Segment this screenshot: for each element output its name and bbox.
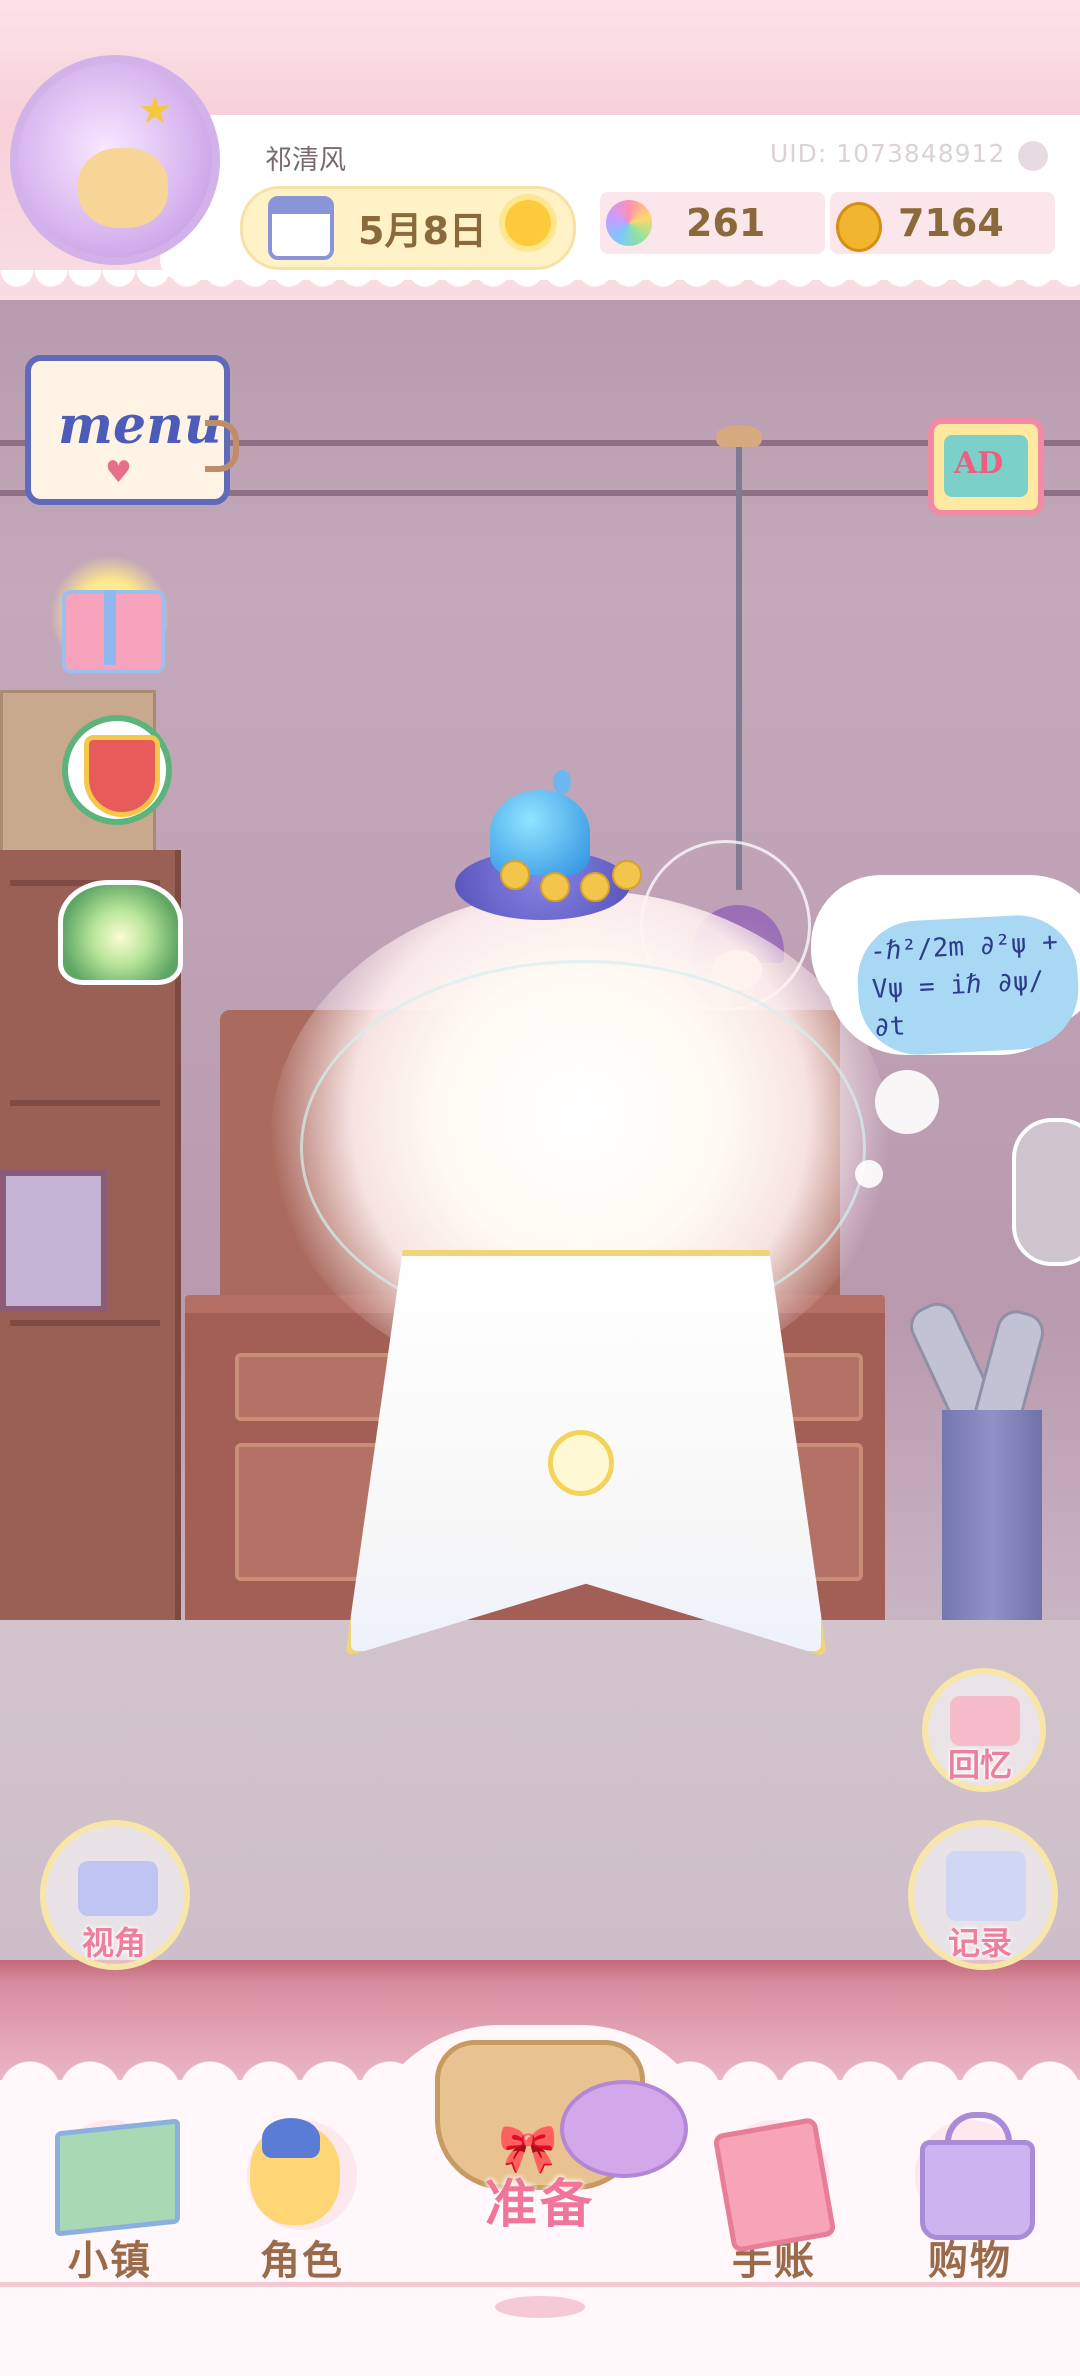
nav-town-label: 小镇 [68, 2238, 152, 2284]
coin-count: 7164 [898, 201, 1004, 245]
journal-icon [712, 2116, 837, 2254]
hud-scallop-edge [0, 270, 1080, 304]
ufo-antenna [553, 770, 571, 794]
player-avatar[interactable]: ★ [10, 55, 220, 265]
ufo-light [540, 872, 570, 902]
record-label: 记录 [948, 1924, 1013, 1962]
side-tiktok-chip[interactable] [1012, 1118, 1080, 1266]
sun-icon [505, 200, 551, 246]
gift-ribbon [104, 590, 116, 665]
ufo-light [500, 860, 530, 890]
nav-prepare-label[interactable]: 准备 [430, 2162, 650, 2237]
bottom-bow-decoration [495, 2296, 585, 2318]
thought-equation: -ℏ²/2m ∂²ψ + Vψ = iℏ ∂ψ/∂t [854, 912, 1080, 1058]
star-icon: ★ [138, 88, 173, 132]
character-hat-icon [262, 2118, 320, 2158]
ad-label: AD [954, 446, 1004, 481]
map-icon [55, 2118, 180, 2237]
avatar-face [78, 148, 168, 228]
nav-character-label: 角色 [260, 2238, 344, 2284]
lamp-rod [736, 440, 742, 890]
calendar-icon [268, 196, 334, 260]
ufo-light [580, 872, 610, 902]
video-camera-icon [78, 1861, 158, 1916]
sun-emblem [548, 1430, 614, 1496]
thought-dot [875, 1070, 939, 1134]
picture-frame [0, 1170, 107, 1312]
menu-label: menu [58, 395, 222, 456]
shield-icon [84, 735, 160, 817]
notebook-icon [946, 1851, 1026, 1921]
copy-icon[interactable] [1018, 141, 1048, 171]
camera-view-label: 视角 [82, 1924, 147, 1962]
player-name: 祁清风 [265, 145, 346, 176]
memory-label: 回忆 [948, 1746, 1013, 1784]
ufo-light [612, 860, 642, 890]
gem-count: 261 [686, 201, 766, 245]
lamp-cap [716, 425, 762, 447]
shopping-bag-icon [920, 2140, 1035, 2240]
cup-handle-decoration [205, 420, 239, 472]
scroll-vase [942, 1410, 1042, 1635]
coin-icon [836, 202, 882, 252]
rainbow-gem-icon [606, 200, 652, 246]
thought-dot [855, 1160, 883, 1188]
glowing-tree-button[interactable] [58, 880, 183, 985]
film-icon [950, 1696, 1020, 1746]
player-uid: UID: 1073848912 [770, 139, 1006, 168]
game-date: 5月8日 [358, 209, 487, 253]
bow-icon: ♥ [105, 455, 132, 490]
